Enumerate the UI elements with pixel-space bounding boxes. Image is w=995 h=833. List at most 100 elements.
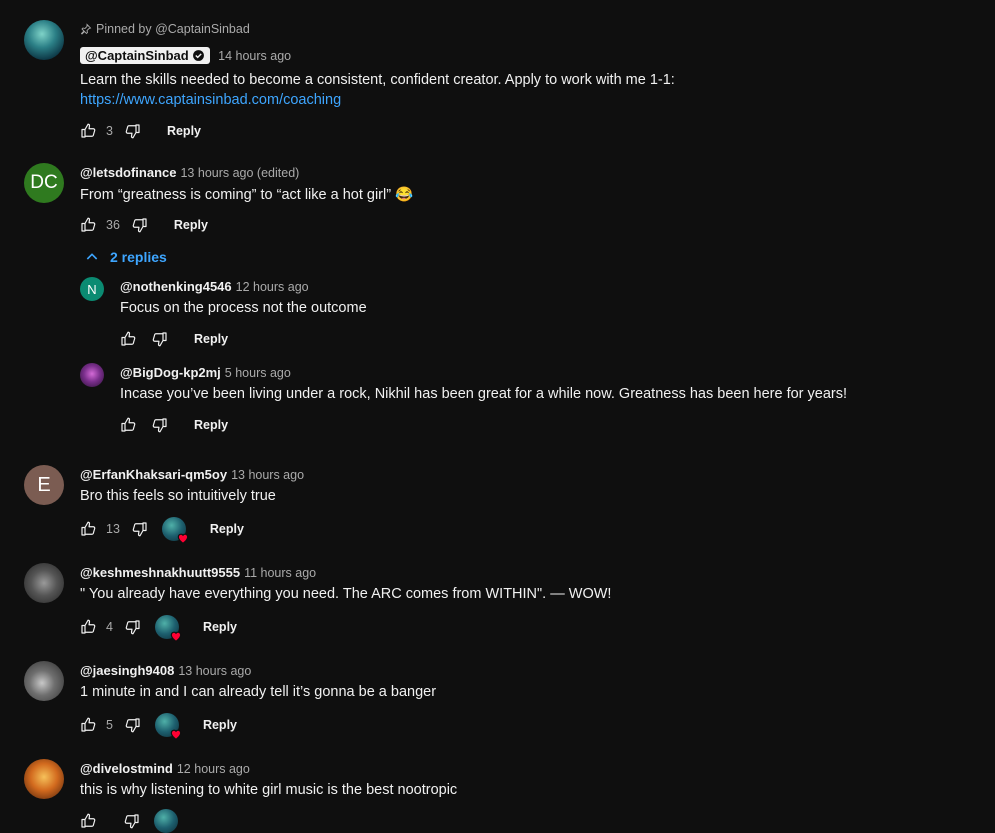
comment-actions: 36 Reply bbox=[78, 213, 208, 237]
author-name[interactable]: @letsdofinance bbox=[80, 165, 176, 180]
comment-header: @BigDog-kp2mj 5 hours ago bbox=[120, 364, 291, 382]
comment-header: @keshmeshnakhuutt9555 11 hours ago bbox=[80, 564, 316, 582]
dislike-button[interactable] bbox=[122, 811, 142, 831]
dislike-button[interactable] bbox=[123, 617, 143, 637]
comment-header: @nothenking4546 12 hours ago bbox=[120, 278, 309, 296]
like-button[interactable] bbox=[78, 715, 98, 735]
thumb-down-icon bbox=[124, 618, 142, 636]
dislike-button[interactable] bbox=[130, 519, 150, 539]
timestamp[interactable]: 13 hours ago bbox=[178, 664, 251, 678]
comment-actions: 4 Reply bbox=[78, 615, 237, 639]
dislike-button[interactable] bbox=[123, 715, 143, 735]
comment-text: this is why listening to white girl musi… bbox=[80, 782, 458, 798]
verified-check-icon bbox=[192, 50, 204, 61]
thumb-down-icon bbox=[151, 416, 169, 434]
timestamp[interactable]: 12 hours ago bbox=[177, 762, 250, 776]
author-name[interactable]: @ErfanKhaksari-qm5oy bbox=[80, 467, 227, 482]
reply-button[interactable]: Reply bbox=[194, 418, 228, 432]
comment-actions bbox=[78, 809, 178, 833]
avatar[interactable] bbox=[80, 363, 104, 387]
like-button[interactable] bbox=[78, 215, 98, 235]
like-button[interactable] bbox=[78, 121, 98, 141]
comment-header: @jaesingh9408 13 hours ago bbox=[80, 662, 251, 680]
pin-icon bbox=[80, 23, 92, 35]
heart-icon bbox=[176, 531, 190, 545]
timestamp[interactable]: 12 hours ago bbox=[236, 280, 309, 294]
reply-button[interactable]: Reply bbox=[203, 620, 237, 634]
author-name[interactable]: @keshmeshnakhuutt9555 bbox=[80, 565, 240, 580]
like-count: 4 bbox=[106, 620, 113, 634]
thumb-up-icon bbox=[79, 520, 97, 538]
author-name[interactable]: @jaesingh9408 bbox=[80, 663, 174, 678]
like-button[interactable] bbox=[78, 811, 98, 831]
dislike-button[interactable] bbox=[150, 329, 170, 349]
timestamp[interactable]: 13 hours ago (edited) bbox=[180, 166, 299, 180]
comment-header: @CaptainSinbad 14 hours ago bbox=[80, 47, 291, 65]
author-name[interactable]: @BigDog-kp2mj bbox=[120, 365, 221, 380]
comment-text: Incase you’ve been living under a rock, … bbox=[120, 386, 848, 402]
dislike-button[interactable] bbox=[150, 415, 170, 435]
like-button[interactable] bbox=[118, 415, 138, 435]
thumb-down-icon bbox=[124, 122, 142, 140]
comment-header: @ErfanKhaksari-qm5oy 13 hours ago bbox=[80, 466, 304, 484]
timestamp[interactable]: 5 hours ago bbox=[225, 366, 291, 380]
thumb-up-icon bbox=[119, 416, 137, 434]
avatar[interactable] bbox=[24, 563, 64, 603]
comment-header: @letsdofinance 13 hours ago (edited) bbox=[80, 164, 299, 182]
avatar[interactable]: E bbox=[24, 465, 64, 505]
creator-heart-badge bbox=[161, 517, 186, 541]
dislike-button[interactable] bbox=[130, 215, 150, 235]
thumb-up-icon bbox=[79, 812, 97, 830]
avatar[interactable] bbox=[24, 661, 64, 701]
thumb-up-icon bbox=[79, 716, 97, 734]
like-button[interactable] bbox=[118, 329, 138, 349]
comment-text: 1 minute in and I can already tell it’s … bbox=[80, 684, 437, 700]
thumb-down-icon bbox=[131, 520, 149, 538]
pinned-label: Pinned by @CaptainSinbad bbox=[80, 22, 250, 36]
like-count: 5 bbox=[106, 718, 113, 732]
reply-button[interactable]: Reply bbox=[203, 718, 237, 732]
comment-actions: Reply bbox=[118, 413, 228, 437]
reply-button[interactable]: Reply bbox=[210, 522, 244, 536]
thumb-up-icon bbox=[79, 618, 97, 636]
thumb-down-icon bbox=[124, 716, 142, 734]
thumb-down-icon bbox=[151, 330, 169, 348]
thumb-up-icon bbox=[79, 216, 97, 234]
like-count: 13 bbox=[106, 522, 120, 536]
heart-icon bbox=[169, 629, 183, 643]
like-count: 36 bbox=[106, 218, 120, 232]
timestamp[interactable]: 11 hours ago bbox=[244, 566, 316, 580]
author-name[interactable]: @divelostmind bbox=[80, 761, 173, 776]
like-button[interactable] bbox=[78, 519, 98, 539]
avatar[interactable] bbox=[24, 20, 64, 60]
comment-actions: 5 Reply bbox=[78, 713, 237, 737]
heart-icon bbox=[169, 727, 183, 741]
comment-actions: Reply bbox=[118, 327, 228, 351]
reply-button[interactable]: Reply bbox=[194, 332, 228, 346]
like-button[interactable] bbox=[78, 617, 98, 637]
replies-toggle[interactable]: 2 replies bbox=[84, 249, 167, 265]
creator-heart-badge bbox=[154, 615, 179, 639]
comment-actions: 13 Reply bbox=[78, 517, 244, 541]
coaching-link[interactable]: https://www.captainsinbad.com/coaching bbox=[80, 92, 341, 108]
reply-button[interactable]: Reply bbox=[174, 218, 208, 232]
like-count: 3 bbox=[106, 124, 113, 138]
comment-text: From “greatness is coming” to “act like … bbox=[80, 187, 414, 203]
author-chip[interactable]: @CaptainSinbad bbox=[80, 47, 210, 64]
avatar[interactable]: DC bbox=[24, 163, 64, 203]
thumb-up-icon bbox=[119, 330, 137, 348]
reply-button[interactable]: Reply bbox=[167, 124, 201, 138]
timestamp[interactable]: 13 hours ago bbox=[231, 468, 304, 482]
thumb-up-icon bbox=[79, 122, 97, 140]
comment-text: Bro this feels so intuitively true bbox=[80, 488, 276, 504]
avatar[interactable] bbox=[24, 759, 64, 799]
timestamp[interactable]: 14 hours ago bbox=[218, 49, 291, 63]
comment-text: Focus on the process not the outcome bbox=[120, 300, 367, 316]
comment-actions: 3 Reply bbox=[78, 119, 201, 143]
avatar[interactable]: N bbox=[80, 277, 104, 301]
comment-text: Learn the skills needed to become a cons… bbox=[80, 72, 675, 88]
author-name[interactable]: @nothenking4546 bbox=[120, 279, 232, 294]
dislike-button[interactable] bbox=[123, 121, 143, 141]
creator-heart-badge bbox=[154, 809, 178, 833]
chevron-up-icon bbox=[86, 253, 98, 260]
